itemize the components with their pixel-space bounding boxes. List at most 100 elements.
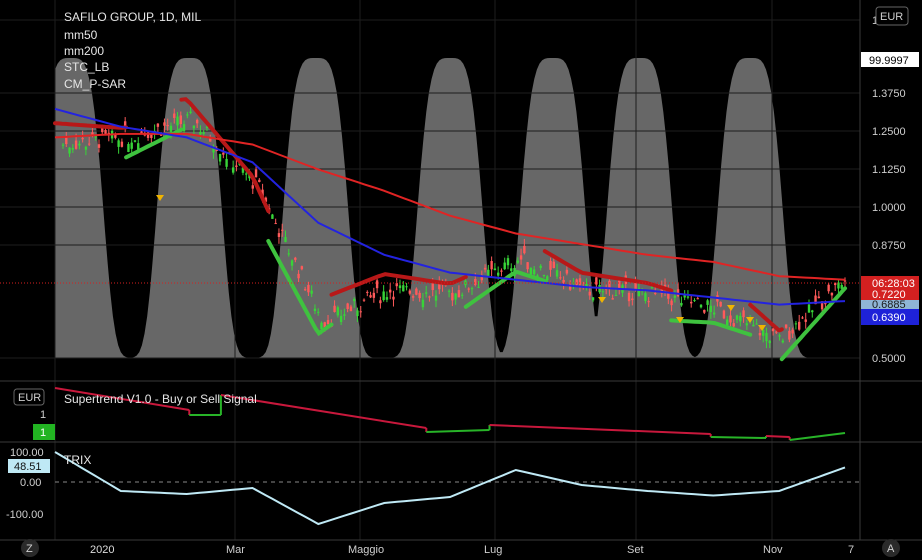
price-tick: 1.0000 xyxy=(872,202,906,214)
candle-body xyxy=(300,266,304,270)
candle-body xyxy=(130,142,133,149)
candle-body xyxy=(490,261,493,270)
candle-body xyxy=(418,292,421,299)
time-label: Maggio xyxy=(348,544,384,556)
candle-body xyxy=(627,292,631,302)
supertrend-value: 1 xyxy=(40,427,46,439)
legend-mm50[interactable]: mm50 xyxy=(64,28,98,42)
candle-body xyxy=(68,147,71,154)
candle-body xyxy=(362,299,366,301)
candle-body xyxy=(78,143,81,146)
candle-body xyxy=(703,309,706,313)
candle-body xyxy=(762,329,765,336)
candle-body xyxy=(74,140,78,149)
candle-body xyxy=(562,279,565,283)
candle-body xyxy=(222,152,225,155)
candle-body xyxy=(176,116,179,126)
candle-body xyxy=(699,304,703,308)
candle-body xyxy=(752,324,755,327)
supertrend-title[interactable]: Supertrend V1.0 - Buy or Sell Signal xyxy=(64,392,257,406)
legend-stc[interactable]: STC_LB xyxy=(64,60,109,74)
time-label: 7 xyxy=(848,544,854,556)
candle-body xyxy=(549,260,552,270)
candle-body xyxy=(133,140,137,142)
candle-body xyxy=(539,265,542,268)
candle-body xyxy=(693,300,696,302)
trix-tick: -100.00 xyxy=(6,509,43,521)
candle-body xyxy=(336,307,340,316)
candle-body xyxy=(313,308,317,312)
candle-body xyxy=(670,300,673,306)
candle-body xyxy=(225,158,228,167)
price-tick: 1.3750 xyxy=(872,88,906,100)
candle-body xyxy=(326,320,330,325)
candle-body xyxy=(565,269,569,274)
candle-body xyxy=(712,312,716,315)
candle-body xyxy=(555,270,559,277)
candle-body xyxy=(650,287,654,289)
candle-body xyxy=(474,279,477,285)
chart-canvas[interactable]: SAFILO GROUP, 1D, MIL mm50 mm200 STC_LB … xyxy=(0,0,922,560)
candle-body xyxy=(742,310,745,318)
candle-body xyxy=(804,319,807,322)
candle-body xyxy=(104,129,107,134)
candle-body xyxy=(166,125,169,127)
supertrend-segment xyxy=(765,435,790,438)
candle-body xyxy=(353,298,356,302)
legend-psar[interactable]: CM_P-SAR xyxy=(64,77,126,91)
candle-body xyxy=(631,298,634,301)
candle-body xyxy=(591,297,595,301)
candle-body xyxy=(546,276,549,281)
mm200-value: 0.6390 xyxy=(872,312,906,324)
candle-body xyxy=(768,340,771,344)
price-tick: 1.2500 xyxy=(872,126,906,138)
candle-body xyxy=(274,223,277,225)
candle-body xyxy=(765,332,768,342)
candle-body xyxy=(470,288,474,290)
candle-body xyxy=(654,292,657,294)
candle-body xyxy=(195,119,199,124)
candle-body xyxy=(349,306,353,312)
candle-body xyxy=(202,132,205,134)
candle-body xyxy=(801,317,804,319)
candle-body xyxy=(294,257,297,260)
candle-body xyxy=(434,295,438,301)
candle-body xyxy=(454,293,457,300)
time-label: Set xyxy=(627,544,644,556)
candle-body xyxy=(732,323,735,327)
trix-title[interactable]: TRIX xyxy=(64,453,91,467)
candle-body xyxy=(483,267,487,270)
candle-body xyxy=(788,330,791,340)
candle-body xyxy=(189,111,192,114)
candle-body xyxy=(408,290,412,294)
candle-body xyxy=(245,173,248,175)
candle-body xyxy=(346,303,349,310)
candle-body xyxy=(578,278,582,285)
candle-body xyxy=(395,283,398,287)
trix-tick: 100.00 xyxy=(10,447,44,459)
candle-body xyxy=(696,298,699,300)
trix-value: 48.51 xyxy=(14,461,42,473)
candle-body xyxy=(235,165,238,167)
candle-body xyxy=(532,269,536,275)
candle-body xyxy=(428,296,431,298)
candle-body xyxy=(402,285,405,292)
candle-body xyxy=(297,273,300,279)
legend-mm200[interactable]: mm200 xyxy=(64,44,104,58)
candle-body xyxy=(117,140,120,147)
candle-body xyxy=(114,134,117,138)
candle-body xyxy=(199,131,202,135)
candle-body xyxy=(317,311,320,313)
candle-body xyxy=(775,331,778,333)
candle-body xyxy=(559,277,562,279)
candle-body xyxy=(719,301,722,307)
candle-body xyxy=(447,290,451,292)
candle-body xyxy=(781,340,785,343)
candle-body xyxy=(745,323,749,326)
candle-body xyxy=(673,295,677,298)
candle-body xyxy=(179,115,182,125)
candle-body xyxy=(372,292,376,298)
candle-body xyxy=(84,146,88,150)
time-label: Lug xyxy=(484,544,502,556)
chart-title[interactable]: SAFILO GROUP, 1D, MIL xyxy=(64,10,201,24)
